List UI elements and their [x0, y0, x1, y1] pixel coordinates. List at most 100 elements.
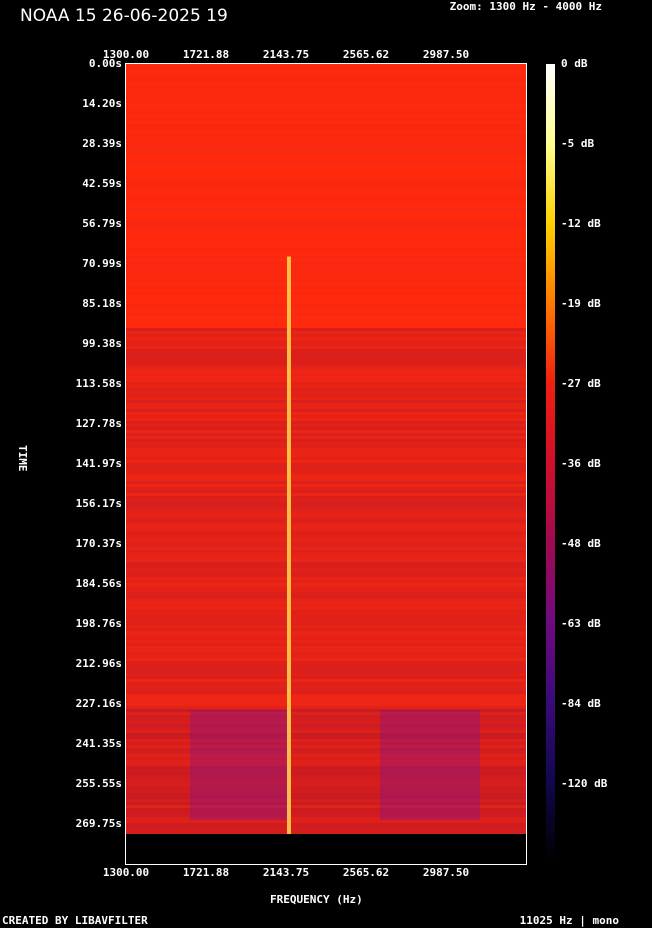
heatmap-band — [126, 577, 526, 580]
heatmap-band — [126, 517, 526, 520]
x-tick-label-bottom: 2987.50 — [422, 866, 470, 879]
heatmap-band — [126, 424, 526, 427]
y-tick-label: 85.18s — [82, 297, 122, 310]
heatmap-band — [126, 472, 526, 475]
heatmap-band — [126, 613, 526, 616]
heatmap-band — [126, 547, 526, 550]
heatmap-band — [126, 409, 526, 412]
heatmap-band — [126, 403, 526, 406]
x-tick-label-top: 1721.88 — [182, 48, 230, 61]
heatmap-band — [126, 475, 526, 478]
heatmap-band — [126, 652, 526, 655]
heatmap-band — [126, 508, 526, 511]
heatmap-band — [126, 691, 526, 694]
heatmap-band — [126, 94, 526, 97]
heatmap-band — [126, 364, 526, 367]
heatmap-band — [126, 343, 526, 346]
heatmap-band — [126, 313, 526, 316]
x-tick-label-top: 2565.62 — [342, 48, 390, 61]
heatmap-band — [126, 151, 526, 154]
heatmap-band — [126, 196, 526, 199]
heatmap-band — [126, 334, 526, 337]
y-tick-label: 99.38s — [82, 337, 122, 350]
colorbar-tick-label: -120 dB — [561, 777, 608, 790]
y-tick-label: 14.20s — [82, 97, 122, 110]
heatmap-band — [126, 532, 526, 535]
heatmap-band — [126, 697, 526, 700]
heatmap-band — [126, 634, 526, 637]
colorbar-tick-label: -48 dB — [561, 537, 601, 550]
heatmap-band — [126, 280, 526, 283]
heatmap-band — [126, 457, 526, 460]
heatmap-band — [126, 484, 526, 487]
heatmap-band — [126, 145, 526, 148]
heatmap-band — [126, 628, 526, 631]
heatmap-band — [126, 493, 526, 496]
heatmap-band — [126, 823, 526, 826]
heatmap-band — [126, 664, 526, 667]
heatmap-band — [126, 394, 526, 397]
heatmap-band — [126, 412, 526, 415]
x-tick-label-top: 2143.75 — [262, 48, 310, 61]
heatmap-band — [126, 595, 526, 598]
heatmap-band — [126, 400, 526, 403]
heatmap-band — [126, 127, 526, 130]
heatmap-band — [126, 370, 526, 373]
heatmap-band — [126, 559, 526, 562]
heatmap-band — [126, 367, 526, 370]
heatmap-band — [126, 379, 526, 382]
heatmap-band — [126, 76, 526, 79]
heatmap-band — [126, 118, 526, 121]
heatmap-band — [126, 580, 526, 583]
heatmap-band — [126, 292, 526, 295]
sample-rate-text: 11025 Hz | mono — [519, 914, 619, 927]
colorbar-tick-label: -19 dB — [561, 297, 601, 310]
heatmap-band — [126, 274, 526, 277]
colorbar-tick-label: -36 dB — [561, 457, 601, 470]
heatmap-band — [126, 340, 526, 343]
heatmap-band — [126, 328, 526, 331]
heatmap-band — [126, 667, 526, 670]
heatmap-band — [126, 109, 526, 112]
y-tick-label: 56.79s — [82, 217, 122, 230]
heatmap-band — [126, 679, 526, 682]
heatmap-band — [126, 442, 526, 445]
heatmap-band — [126, 199, 526, 202]
heatmap-band — [126, 265, 526, 268]
heatmap-band — [126, 223, 526, 226]
y-tick-label: 227.16s — [75, 697, 122, 710]
heatmap-band — [126, 541, 526, 544]
heatmap-band — [126, 346, 526, 349]
heatmap-band — [126, 376, 526, 379]
heatmap-band — [126, 523, 526, 526]
heatmap-band — [126, 676, 526, 679]
heatmap-band — [126, 433, 526, 436]
heatmap-band — [126, 640, 526, 643]
heatmap-band — [126, 397, 526, 400]
heatmap-band — [126, 247, 526, 250]
y-tick-label: 255.55s — [75, 777, 122, 790]
heatmap-band — [126, 538, 526, 541]
heatmap-band — [126, 277, 526, 280]
heatmap-band — [126, 511, 526, 514]
heatmap-band — [126, 268, 526, 271]
y-tick-label: 42.59s — [82, 177, 122, 190]
heatmap-band — [126, 139, 526, 142]
x-tick-label-bottom: 1300.00 — [102, 866, 150, 879]
heatmap-band — [126, 208, 526, 211]
heatmap-band — [126, 427, 526, 430]
heatmap-band — [126, 637, 526, 640]
cold-patch — [190, 710, 290, 820]
heatmap-band — [126, 583, 526, 586]
heatmap-empty-area — [126, 834, 526, 864]
heatmap-band — [126, 355, 526, 358]
heatmap-band — [126, 358, 526, 361]
heatmap-band — [126, 553, 526, 556]
heatmap-band — [126, 670, 526, 673]
heatmap-band — [126, 589, 526, 592]
heatmap-band — [126, 97, 526, 100]
heatmap-band — [126, 385, 526, 388]
heatmap-band — [126, 262, 526, 265]
heatmap-band — [126, 418, 526, 421]
heatmap-band — [126, 382, 526, 385]
